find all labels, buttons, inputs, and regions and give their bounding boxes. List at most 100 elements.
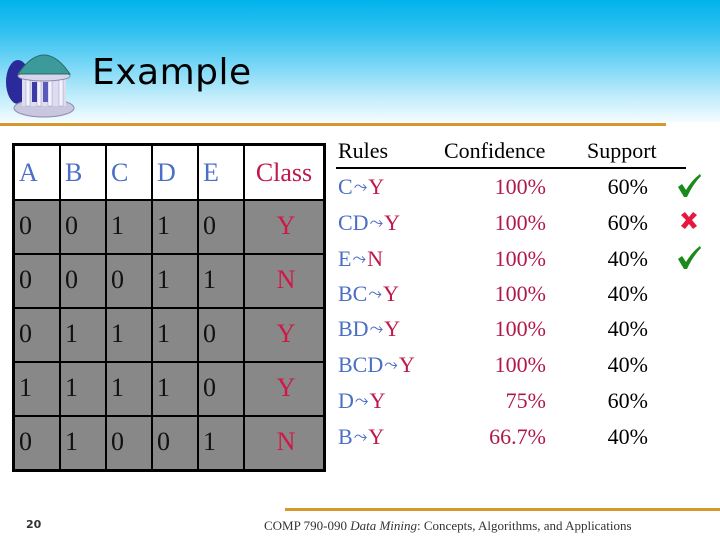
rule-row: BCD⤳Y 100% 40% — [336, 352, 676, 382]
rule-expression: CD⤳Y — [338, 210, 400, 236]
rule-expression: C⤳Y — [338, 174, 384, 200]
old-well-logo-icon — [6, 54, 75, 118]
attribute-cell: 1 — [105, 361, 153, 417]
class-cell: Y — [243, 199, 326, 255]
implies-arrow-icon: ⤳ — [384, 355, 398, 374]
attribute-cell: 1 — [12, 361, 61, 417]
rule-support: 40% — [607, 352, 648, 377]
attribute-cell: 0 — [12, 307, 61, 363]
rule-consequent: Y — [368, 424, 385, 449]
implies-arrow-icon: ⤳ — [369, 213, 384, 232]
rule-row: E⤳N 100% 40% — [336, 246, 701, 276]
attribute-cell: 0 — [151, 415, 199, 472]
column-header-b: B — [59, 143, 107, 201]
implies-arrow-icon: ⤳ — [352, 249, 367, 268]
rule-expression: D⤳Y — [338, 388, 385, 414]
rules-header: Rules Confidence Support — [336, 138, 676, 166]
rule-row: C⤳Y 100% 60% — [336, 174, 701, 204]
column-header-c: C — [105, 143, 153, 201]
attribute-cell: 0 — [105, 253, 153, 309]
rule-confidence: 100% — [494, 210, 546, 235]
rule-antecedent: BC — [338, 281, 368, 306]
rule-confidence: 100% — [494, 352, 546, 377]
footer-course-code: COMP 790-090 — [264, 518, 351, 533]
support-column-header: Support — [587, 138, 657, 163]
rule-confidence: 100% — [494, 316, 546, 341]
checkmark-icon — [678, 246, 701, 269]
rule-support: 60% — [607, 210, 648, 235]
attribute-cell: 0 — [197, 307, 245, 363]
rule-antecedent: CD — [338, 210, 369, 235]
implies-arrow-icon: ⤳ — [353, 427, 368, 446]
rule-confidence: 100% — [494, 246, 546, 271]
table-row: 00011N — [12, 253, 326, 309]
confidence-column-header: Confidence — [444, 138, 546, 163]
attribute-cell: 0 — [197, 361, 245, 417]
rule-consequent: Y — [382, 281, 399, 306]
attribute-cell: 0 — [12, 253, 61, 309]
rule-antecedent: BD — [338, 316, 369, 341]
column-header-d: D — [151, 143, 199, 201]
rule-support: 60% — [607, 388, 648, 413]
rule-confidence: 75% — [505, 388, 546, 413]
class-cell: Y — [243, 307, 326, 363]
attribute-cell: 1 — [105, 307, 153, 363]
cross-icon — [681, 212, 697, 229]
implies-arrow-icon: ⤳ — [369, 319, 384, 338]
rule-consequent: Y — [384, 210, 401, 235]
rule-row: D⤳Y 75% 60% — [336, 388, 676, 418]
rule-row: B⤳Y 66.7% 40% — [336, 424, 676, 454]
title-divider — [0, 123, 666, 126]
attribute-cell: 0 — [59, 253, 107, 309]
rule-antecedent: C — [338, 174, 353, 199]
class-cell: Y — [243, 361, 326, 417]
rule-row: CD⤳Y 100% 60% — [336, 210, 697, 240]
attribute-cell: 0 — [12, 199, 61, 255]
rule-support: 60% — [607, 174, 648, 199]
attribute-cell: 0 — [59, 199, 107, 255]
rule-support: 40% — [607, 316, 648, 341]
slide-title: Example — [92, 52, 252, 93]
attribute-cell: 1 — [59, 361, 107, 417]
attribute-cell: 1 — [59, 415, 107, 472]
implies-arrow-icon: ⤳ — [368, 284, 382, 303]
footer-course-title: COMP 790-090 Data Mining: Concepts, Algo… — [264, 518, 632, 534]
rule-consequent: Y — [398, 352, 415, 377]
rule-support: 40% — [607, 281, 648, 306]
column-header-a: A — [12, 143, 61, 201]
class-cell: N — [243, 415, 326, 472]
attribute-cell: 1 — [151, 307, 199, 363]
rules-header-divider — [336, 167, 686, 169]
rule-expression: E⤳N — [338, 246, 383, 272]
attribute-cell: 1 — [197, 253, 245, 309]
rule-expression: BD⤳Y — [338, 316, 400, 342]
rule-confidence: 66.7% — [489, 424, 546, 449]
rule-expression: BC⤳Y — [338, 281, 399, 307]
page-number: 20 — [26, 518, 42, 531]
class-cell: N — [243, 253, 326, 309]
rule-antecedent: E — [338, 246, 352, 271]
attribute-cell: 0 — [105, 415, 153, 472]
column-header-class: Class — [243, 143, 326, 201]
rule-consequent: Y — [369, 388, 386, 413]
rule-consequent: Y — [384, 316, 401, 341]
rule-expression: BCD⤳Y — [338, 352, 415, 378]
table-row: 01110Y — [12, 307, 326, 363]
attribute-cell: 1 — [151, 253, 199, 309]
table-row: 00110Y — [12, 199, 326, 255]
table-row: 11110Y — [12, 361, 326, 417]
attribute-cell: 0 — [197, 199, 245, 255]
table-header-row: A B C D E Class — [12, 143, 326, 201]
rule-antecedent: BCD — [338, 352, 384, 377]
attribute-cell: 1 — [105, 199, 153, 255]
column-header-e: E — [197, 143, 245, 201]
rule-row: BD⤳Y 100% 40% — [336, 316, 676, 346]
rule-confidence: 100% — [494, 174, 546, 199]
attribute-cell: 1 — [59, 307, 107, 363]
attribute-cell: 0 — [12, 415, 61, 472]
footer-course-italic: Data Mining — [350, 518, 418, 533]
footer-divider — [285, 508, 720, 511]
rule-antecedent: D — [338, 388, 354, 413]
implies-arrow-icon: ⤳ — [354, 391, 369, 410]
attribute-cell: 1 — [197, 415, 245, 472]
